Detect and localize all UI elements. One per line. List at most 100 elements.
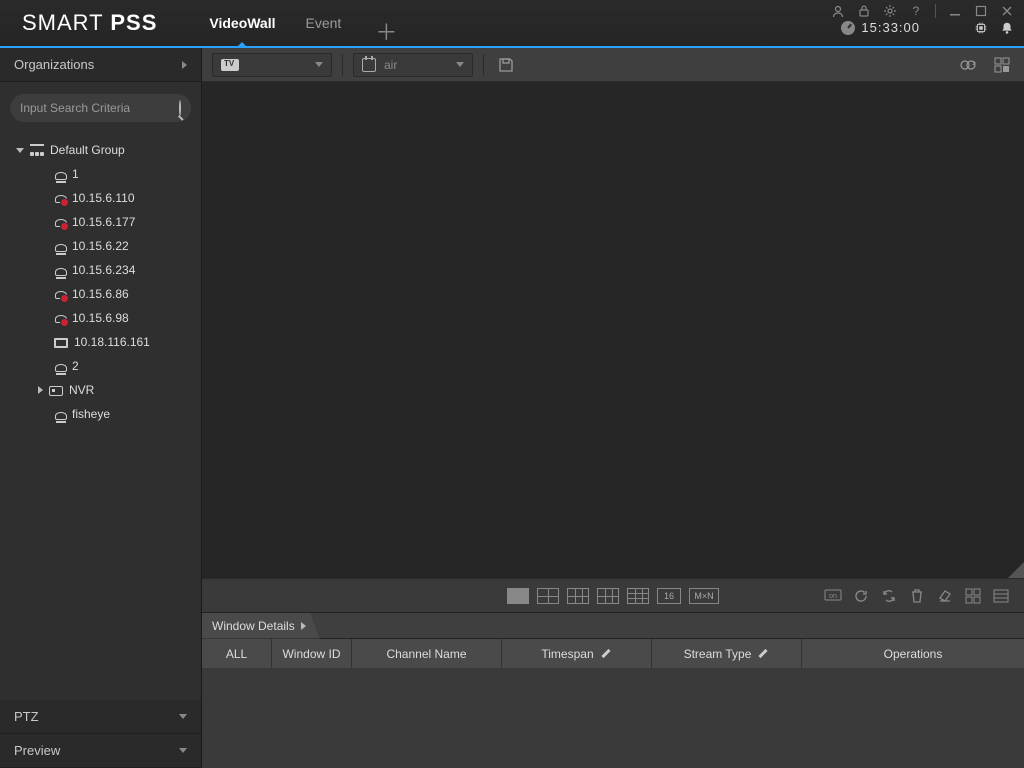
layout-mxn-button[interactable]: M×N [689, 588, 719, 604]
list-icon[interactable] [992, 587, 1010, 605]
header-separator [935, 4, 936, 18]
content-toolbar: air [202, 48, 1024, 82]
layout-1x1-button[interactable] [507, 588, 529, 604]
user-icon[interactable] [831, 4, 845, 18]
grid-config-icon[interactable] [990, 53, 1014, 77]
tree-item-label: 10.15.6.98 [72, 311, 129, 325]
ptz-header[interactable]: PTZ [0, 700, 201, 734]
cam-icon [55, 172, 67, 180]
nvr-icon [49, 386, 63, 396]
save-button[interactable] [494, 53, 518, 77]
schedule-icon [362, 58, 376, 72]
tree-item-label: 10.15.6.110 [72, 191, 135, 205]
tree-item[interactable]: 1 [0, 162, 201, 186]
layout-toolbar: 16 M×N on [202, 578, 1024, 612]
layout-1-5-button[interactable] [567, 588, 589, 604]
chevron-down-icon [315, 62, 323, 67]
tree-item-label: 1 [72, 167, 79, 181]
app-logo: SMART PSS [0, 10, 179, 36]
maximize-button[interactable] [974, 4, 988, 18]
pencil-icon [757, 648, 769, 660]
preview-header[interactable]: Preview [0, 734, 201, 768]
device-tree: Default Group 1 10.15.6.110 10.15.6.177 10.1… [0, 134, 201, 700]
tree-item-label: 10.15.6.177 [72, 215, 135, 229]
tree-item-label: 10.18.116.161 [74, 335, 150, 349]
tree-item[interactable]: 10.18.116.161 [0, 330, 201, 354]
organizations-label: Organizations [14, 57, 94, 72]
tab-event[interactable]: Event [306, 0, 342, 47]
col-stream-type[interactable]: Stream Type [652, 639, 802, 668]
content-area: air 16 M×N on [202, 48, 1024, 768]
ptz-label: PTZ [14, 709, 39, 724]
col-channel-name[interactable]: Channel Name [352, 639, 502, 668]
split-icon[interactable] [964, 587, 982, 605]
details-body [202, 668, 1024, 768]
resize-handle[interactable] [1008, 562, 1024, 578]
add-tab-button[interactable]: ＋ [371, 15, 401, 47]
refresh-wall-icon[interactable] [956, 53, 980, 77]
cpu-icon[interactable] [974, 21, 988, 35]
cam-icon [55, 268, 67, 276]
layout-2x2-button[interactable] [537, 588, 559, 604]
tree-item-label: fisheye [72, 407, 110, 421]
search-container [0, 82, 201, 134]
tree-root[interactable]: Default Group [0, 138, 201, 162]
organizations-header[interactable]: Organizations [0, 48, 201, 82]
gear-icon[interactable] [883, 4, 897, 18]
minimize-button[interactable] [948, 4, 962, 18]
header-right: ? 15:33:00 [831, 4, 1014, 35]
tree-item[interactable]: 2 [0, 354, 201, 378]
sync-icon[interactable] [880, 587, 898, 605]
sidebar: Organizations Default Group 1 10.15.6.110 1… [0, 48, 202, 768]
screen-on-icon[interactable]: on [824, 587, 842, 605]
tree-item[interactable]: 10.15.6.86 [0, 282, 201, 306]
tree-item[interactable]: NVR [0, 378, 201, 402]
tree-item[interactable]: 10.15.6.98 [0, 306, 201, 330]
tree-item[interactable]: fisheye [0, 402, 201, 426]
tree-item[interactable]: 10.15.6.22 [0, 234, 201, 258]
tree-item-label: 2 [72, 359, 79, 373]
chevron-down-icon [179, 714, 187, 719]
tab-videowall[interactable]: VideoWall [209, 0, 275, 47]
col-all[interactable]: ALL [202, 639, 272, 668]
bell-icon[interactable] [1000, 21, 1014, 35]
tree-root-label: Default Group [50, 143, 125, 157]
close-button[interactable] [1000, 4, 1014, 18]
lock-icon[interactable] [857, 4, 871, 18]
cam-icon [55, 244, 67, 252]
preview-label: Preview [14, 743, 60, 758]
tv-icon [221, 59, 239, 71]
schedule-select-dropdown[interactable]: air [353, 53, 473, 77]
camerr-icon [55, 195, 67, 203]
collapse-icon [16, 148, 24, 153]
layout-1-7-button[interactable] [597, 588, 619, 604]
trash-icon[interactable] [908, 587, 926, 605]
wall-select-dropdown[interactable] [212, 53, 332, 77]
videowall-canvas[interactable] [202, 82, 1024, 578]
tree-item-label: 10.15.6.86 [72, 287, 129, 301]
app-header: SMART PSS VideoWall Event ＋ ? 15:33:00 [0, 0, 1024, 48]
help-icon[interactable]: ? [909, 4, 923, 18]
col-operations[interactable]: Operations [802, 639, 1024, 668]
search-input[interactable] [20, 101, 175, 115]
search-box [10, 94, 191, 122]
tree-item[interactable]: 10.15.6.177 [0, 210, 201, 234]
clear-icon[interactable] [936, 587, 954, 605]
clock-icon [841, 21, 855, 35]
layout-3x3-button[interactable] [627, 588, 649, 604]
dev-icon [54, 338, 68, 348]
tree-item[interactable]: 10.15.6.234 [0, 258, 201, 282]
search-icon[interactable] [179, 100, 181, 116]
tree-item[interactable]: 10.15.6.110 [0, 186, 201, 210]
main-tabs: VideoWall Event ＋ [209, 0, 401, 47]
svg-text:on: on [829, 593, 837, 600]
pencil-icon [600, 648, 612, 660]
col-timespan[interactable]: Timespan [502, 639, 652, 668]
layout-16-button[interactable]: 16 [657, 588, 681, 604]
clock: 15:33:00 [841, 20, 920, 35]
col-window-id[interactable]: Window ID [272, 639, 352, 668]
refresh-icon[interactable] [852, 587, 870, 605]
main-area: Organizations Default Group 1 10.15.6.110 1… [0, 48, 1024, 768]
window-details-tab[interactable]: Window Details [202, 613, 320, 639]
tab-videowall-label: VideoWall [209, 15, 275, 31]
